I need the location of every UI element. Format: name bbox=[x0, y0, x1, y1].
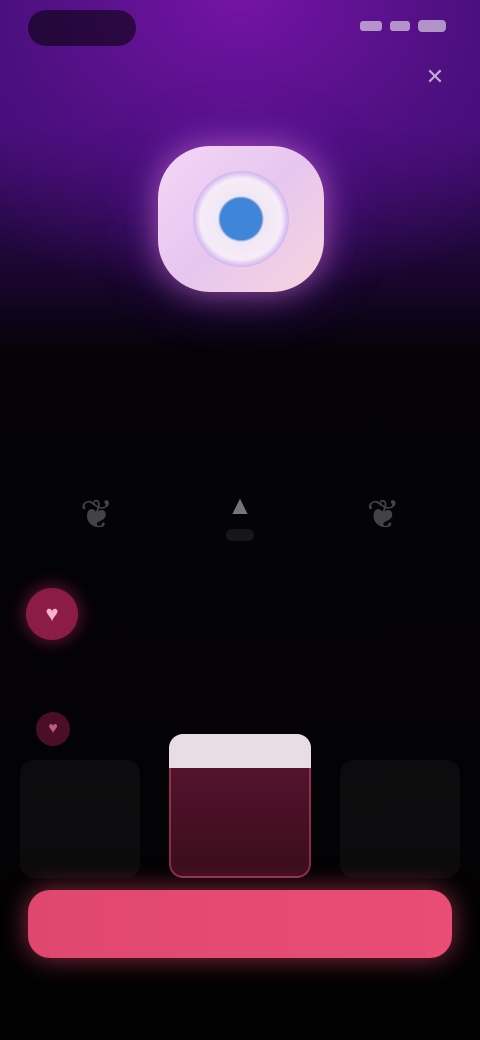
plan-option-1[interactable] bbox=[20, 760, 140, 878]
close-button[interactable]: ✕ bbox=[418, 60, 452, 94]
feature-item: ♥ bbox=[26, 588, 456, 640]
logo-dot bbox=[220, 198, 262, 240]
award-center: ▲ bbox=[226, 490, 254, 541]
status-time-pill bbox=[28, 10, 136, 46]
status-indicators bbox=[360, 20, 446, 32]
signal-icon bbox=[360, 21, 382, 31]
award-label bbox=[226, 528, 254, 541]
app-logo bbox=[158, 146, 324, 292]
plan-badge bbox=[169, 734, 311, 768]
feature-heart-icon: ♥ bbox=[26, 588, 78, 640]
close-icon: ✕ bbox=[425, 64, 445, 89]
continue-button[interactable] bbox=[28, 890, 452, 958]
plan-option-3[interactable] bbox=[340, 760, 460, 878]
battery-icon bbox=[418, 20, 446, 32]
laurel-right-icon: ❦ bbox=[366, 493, 400, 537]
laurel-left-icon: ❦ bbox=[80, 493, 114, 537]
award-section: ❦ ▲ ❦ bbox=[80, 470, 400, 560]
plan-selector bbox=[20, 728, 460, 878]
wifi-icon bbox=[390, 21, 410, 31]
plan-option-2[interactable] bbox=[169, 734, 311, 878]
logo-ring bbox=[193, 171, 289, 267]
trophy-icon: ▲ bbox=[227, 489, 253, 520]
